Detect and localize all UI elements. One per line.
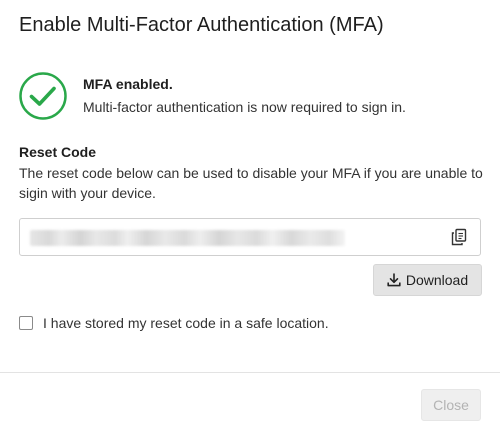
copy-icon[interactable] xyxy=(450,228,468,246)
reset-code-value-obscured xyxy=(30,230,345,246)
confirm-row[interactable]: I have stored my reset code in a safe lo… xyxy=(19,313,329,333)
dialog-title: Enable Multi-Factor Authentication (MFA) xyxy=(19,14,384,36)
reset-code-title: Reset Code xyxy=(19,144,97,160)
check-circle-icon xyxy=(19,72,67,120)
mfa-status: MFA enabled. Multi-factor authentication… xyxy=(19,72,406,120)
footer-divider xyxy=(0,372,500,373)
reset-code-description: The reset code below can be used to disa… xyxy=(19,165,483,201)
close-button[interactable]: Close xyxy=(421,389,481,421)
close-label: Close xyxy=(433,397,469,413)
download-icon xyxy=(387,273,401,287)
status-text: MFA enabled. Multi-factor authentication… xyxy=(83,72,406,117)
mfa-dialog: Enable Multi-Factor Authentication (MFA)… xyxy=(0,0,500,429)
status-description: Multi-factor authentication is now requi… xyxy=(83,99,406,115)
reset-code-field[interactable] xyxy=(19,218,481,256)
download-button[interactable]: Download xyxy=(373,264,482,296)
confirm-label[interactable]: I have stored my reset code in a safe lo… xyxy=(43,313,329,333)
download-label: Download xyxy=(405,272,469,288)
status-heading: MFA enabled. xyxy=(83,76,173,92)
confirm-checkbox[interactable] xyxy=(19,316,33,330)
